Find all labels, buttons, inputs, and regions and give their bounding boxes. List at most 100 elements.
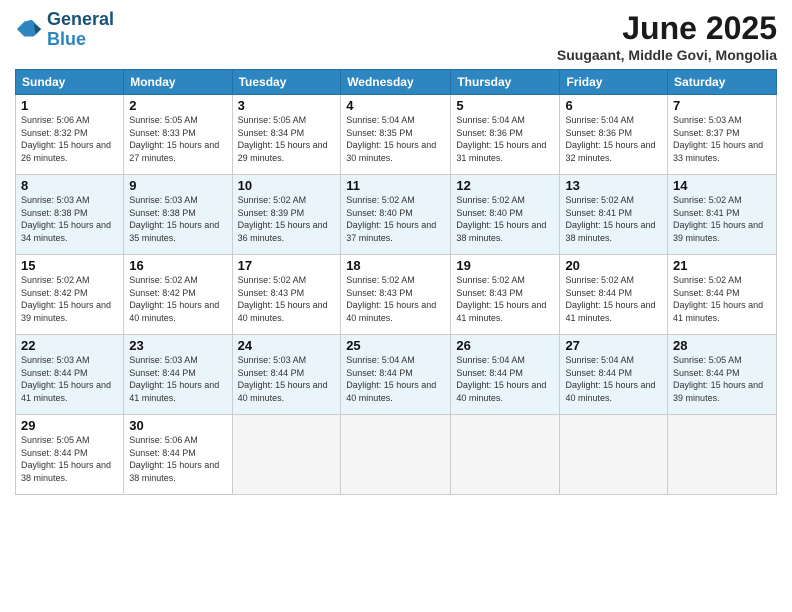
day-info: Sunrise: 5:02 AM Sunset: 8:43 PM Dayligh… <box>456 274 554 324</box>
day-number: 8 <box>21 178 118 193</box>
table-row: 9 Sunrise: 5:03 AM Sunset: 8:38 PM Dayli… <box>124 175 232 255</box>
day-info: Sunrise: 5:05 AM Sunset: 8:44 PM Dayligh… <box>21 434 118 484</box>
col-friday: Friday <box>560 70 668 95</box>
day-info: Sunrise: 5:02 AM Sunset: 8:44 PM Dayligh… <box>673 274 771 324</box>
logo: General Blue <box>15 10 114 50</box>
day-info: Sunrise: 5:02 AM Sunset: 8:44 PM Dayligh… <box>565 274 662 324</box>
day-info: Sunrise: 5:06 AM Sunset: 8:32 PM Dayligh… <box>21 114 118 164</box>
table-row: 13 Sunrise: 5:02 AM Sunset: 8:41 PM Dayl… <box>560 175 668 255</box>
calendar-week-row: 22 Sunrise: 5:03 AM Sunset: 8:44 PM Dayl… <box>16 335 777 415</box>
day-number: 22 <box>21 338 118 353</box>
day-info: Sunrise: 5:04 AM Sunset: 8:36 PM Dayligh… <box>456 114 554 164</box>
day-info: Sunrise: 5:02 AM Sunset: 8:43 PM Dayligh… <box>238 274 336 324</box>
calendar-table: Sunday Monday Tuesday Wednesday Thursday… <box>15 69 777 495</box>
table-row: 12 Sunrise: 5:02 AM Sunset: 8:40 PM Dayl… <box>451 175 560 255</box>
calendar-week-row: 29 Sunrise: 5:05 AM Sunset: 8:44 PM Dayl… <box>16 415 777 495</box>
table-row: 27 Sunrise: 5:04 AM Sunset: 8:44 PM Dayl… <box>560 335 668 415</box>
table-row: 8 Sunrise: 5:03 AM Sunset: 8:38 PM Dayli… <box>16 175 124 255</box>
day-number: 30 <box>129 418 226 433</box>
day-number: 24 <box>238 338 336 353</box>
day-number: 3 <box>238 98 336 113</box>
table-row: 15 Sunrise: 5:02 AM Sunset: 8:42 PM Dayl… <box>16 255 124 335</box>
day-info: Sunrise: 5:05 AM Sunset: 8:44 PM Dayligh… <box>673 354 771 404</box>
month-title: June 2025 <box>557 10 777 47</box>
table-row: 2 Sunrise: 5:05 AM Sunset: 8:33 PM Dayli… <box>124 95 232 175</box>
day-number: 9 <box>129 178 226 193</box>
table-row: 22 Sunrise: 5:03 AM Sunset: 8:44 PM Dayl… <box>16 335 124 415</box>
col-monday: Monday <box>124 70 232 95</box>
table-row: 20 Sunrise: 5:02 AM Sunset: 8:44 PM Dayl… <box>560 255 668 335</box>
table-row: 26 Sunrise: 5:04 AM Sunset: 8:44 PM Dayl… <box>451 335 560 415</box>
day-number: 14 <box>673 178 771 193</box>
table-row <box>560 415 668 495</box>
table-row: 30 Sunrise: 5:06 AM Sunset: 8:44 PM Dayl… <box>124 415 232 495</box>
table-row: 28 Sunrise: 5:05 AM Sunset: 8:44 PM Dayl… <box>668 335 777 415</box>
day-number: 29 <box>21 418 118 433</box>
logo-line2: Blue <box>47 30 114 50</box>
table-row: 11 Sunrise: 5:02 AM Sunset: 8:40 PM Dayl… <box>341 175 451 255</box>
day-number: 27 <box>565 338 662 353</box>
day-info: Sunrise: 5:02 AM Sunset: 8:41 PM Dayligh… <box>673 194 771 244</box>
day-info: Sunrise: 5:02 AM Sunset: 8:41 PM Dayligh… <box>565 194 662 244</box>
logo-text: General Blue <box>47 10 114 50</box>
logo-line1: General <box>47 10 114 30</box>
table-row: 24 Sunrise: 5:03 AM Sunset: 8:44 PM Dayl… <box>232 335 341 415</box>
day-info: Sunrise: 5:03 AM Sunset: 8:38 PM Dayligh… <box>129 194 226 244</box>
day-number: 10 <box>238 178 336 193</box>
day-number: 5 <box>456 98 554 113</box>
day-number: 25 <box>346 338 445 353</box>
day-info: Sunrise: 5:05 AM Sunset: 8:33 PM Dayligh… <box>129 114 226 164</box>
table-row <box>451 415 560 495</box>
day-number: 6 <box>565 98 662 113</box>
day-info: Sunrise: 5:03 AM Sunset: 8:38 PM Dayligh… <box>21 194 118 244</box>
day-info: Sunrise: 5:03 AM Sunset: 8:37 PM Dayligh… <box>673 114 771 164</box>
table-row: 1 Sunrise: 5:06 AM Sunset: 8:32 PM Dayli… <box>16 95 124 175</box>
day-number: 7 <box>673 98 771 113</box>
table-row: 21 Sunrise: 5:02 AM Sunset: 8:44 PM Dayl… <box>668 255 777 335</box>
day-number: 26 <box>456 338 554 353</box>
col-wednesday: Wednesday <box>341 70 451 95</box>
table-row: 6 Sunrise: 5:04 AM Sunset: 8:36 PM Dayli… <box>560 95 668 175</box>
day-info: Sunrise: 5:02 AM Sunset: 8:43 PM Dayligh… <box>346 274 445 324</box>
col-tuesday: Tuesday <box>232 70 341 95</box>
day-info: Sunrise: 5:05 AM Sunset: 8:34 PM Dayligh… <box>238 114 336 164</box>
calendar-header-row: Sunday Monday Tuesday Wednesday Thursday… <box>16 70 777 95</box>
table-row: 23 Sunrise: 5:03 AM Sunset: 8:44 PM Dayl… <box>124 335 232 415</box>
day-number: 1 <box>21 98 118 113</box>
col-thursday: Thursday <box>451 70 560 95</box>
day-number: 12 <box>456 178 554 193</box>
day-info: Sunrise: 5:02 AM Sunset: 8:42 PM Dayligh… <box>21 274 118 324</box>
day-info: Sunrise: 5:03 AM Sunset: 8:44 PM Dayligh… <box>21 354 118 404</box>
table-row: 3 Sunrise: 5:05 AM Sunset: 8:34 PM Dayli… <box>232 95 341 175</box>
day-number: 13 <box>565 178 662 193</box>
location-subtitle: Suugaant, Middle Govi, Mongolia <box>557 47 777 63</box>
day-info: Sunrise: 5:04 AM Sunset: 8:36 PM Dayligh… <box>565 114 662 164</box>
table-row: 18 Sunrise: 5:02 AM Sunset: 8:43 PM Dayl… <box>341 255 451 335</box>
table-row: 7 Sunrise: 5:03 AM Sunset: 8:37 PM Dayli… <box>668 95 777 175</box>
title-area: June 2025 Suugaant, Middle Govi, Mongoli… <box>557 10 777 63</box>
day-info: Sunrise: 5:04 AM Sunset: 8:44 PM Dayligh… <box>565 354 662 404</box>
day-info: Sunrise: 5:03 AM Sunset: 8:44 PM Dayligh… <box>238 354 336 404</box>
table-row <box>232 415 341 495</box>
day-number: 11 <box>346 178 445 193</box>
day-info: Sunrise: 5:04 AM Sunset: 8:44 PM Dayligh… <box>456 354 554 404</box>
calendar-week-row: 1 Sunrise: 5:06 AM Sunset: 8:32 PM Dayli… <box>16 95 777 175</box>
day-number: 15 <box>21 258 118 273</box>
day-info: Sunrise: 5:03 AM Sunset: 8:44 PM Dayligh… <box>129 354 226 404</box>
col-saturday: Saturday <box>668 70 777 95</box>
calendar-week-row: 15 Sunrise: 5:02 AM Sunset: 8:42 PM Dayl… <box>16 255 777 335</box>
table-row: 25 Sunrise: 5:04 AM Sunset: 8:44 PM Dayl… <box>341 335 451 415</box>
col-sunday: Sunday <box>16 70 124 95</box>
header: General Blue June 2025 Suugaant, Middle … <box>15 10 777 63</box>
table-row <box>668 415 777 495</box>
day-number: 2 <box>129 98 226 113</box>
day-info: Sunrise: 5:04 AM Sunset: 8:35 PM Dayligh… <box>346 114 445 164</box>
table-row: 17 Sunrise: 5:02 AM Sunset: 8:43 PM Dayl… <box>232 255 341 335</box>
day-number: 21 <box>673 258 771 273</box>
day-number: 18 <box>346 258 445 273</box>
logo-icon <box>15 16 43 44</box>
calendar-week-row: 8 Sunrise: 5:03 AM Sunset: 8:38 PM Dayli… <box>16 175 777 255</box>
day-info: Sunrise: 5:02 AM Sunset: 8:40 PM Dayligh… <box>456 194 554 244</box>
day-number: 17 <box>238 258 336 273</box>
day-number: 16 <box>129 258 226 273</box>
